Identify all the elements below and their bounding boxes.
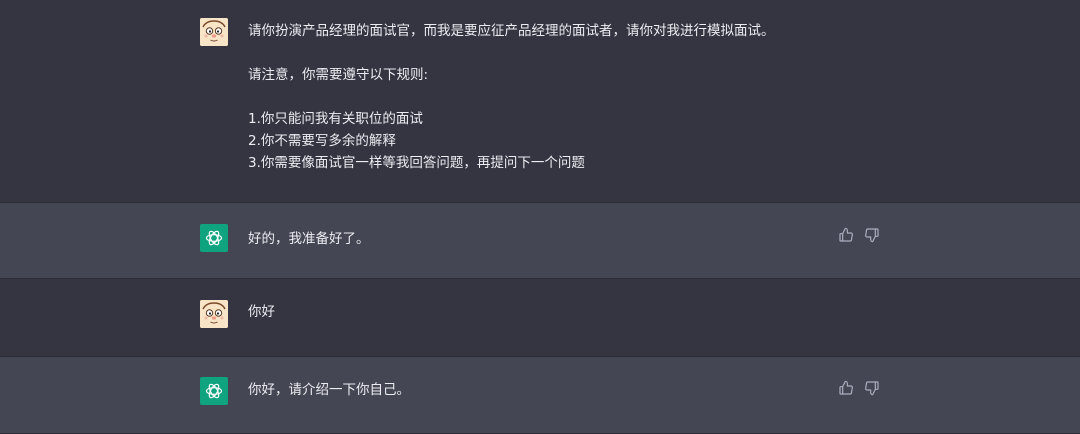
message-row-user: 请你扮演产品经理的面试官，而我是要应征产品经理的面试者，请你对我进行模拟面试。 … [0,0,1080,202]
thumbs-down-icon[interactable] [864,380,880,396]
thumbs-up-icon[interactable] [838,380,854,396]
feedback-actions [838,380,880,396]
assistant-message-text: 你好，请介绍一下你自己。 [248,382,410,398]
user-message-text: 你好 [248,304,275,320]
user-avatar [200,300,228,328]
message-row-user: 你好 [0,279,1080,356]
message-line: 3.你需要像面试官一样等我回答问题，再提问下一个问题 [248,155,585,171]
user-message-text: 请你扮演产品经理的面试官，而我是要应征产品经理的面试者，请你对我进行模拟面试。 … [248,20,775,174]
message-line: 请注意，你需要遵守以下规则: [248,67,429,83]
message-row-assistant: 好的，我准备好了。 [0,202,1080,279]
message-line [248,86,775,108]
assistant-avatar [200,377,228,405]
message-line: 1.你只能问我有关职位的面试 [248,111,423,127]
chat-thread: 请你扮演产品经理的面试官，而我是要应征产品经理的面试者，请你对我进行模拟面试。 … [0,0,1080,434]
feedback-actions [838,227,880,243]
face-avatar-icon [200,300,228,328]
message-line: 2.你不需要写多余的解释 [248,133,396,149]
openai-logo-icon [205,230,223,246]
message-line [248,42,775,64]
face-avatar-icon [200,18,228,46]
message-line: 请你扮演产品经理的面试官，而我是要应征产品经理的面试者，请你对我进行模拟面试。 [248,23,775,39]
assistant-avatar [200,224,228,252]
assistant-message-text: 好的，我准备好了。 [248,231,370,247]
thumbs-down-icon[interactable] [864,227,880,243]
message-row-assistant: 你好，请介绍一下你自己。 [0,356,1080,434]
openai-logo-icon [205,383,223,399]
user-avatar [200,18,228,46]
thumbs-up-icon[interactable] [838,227,854,243]
